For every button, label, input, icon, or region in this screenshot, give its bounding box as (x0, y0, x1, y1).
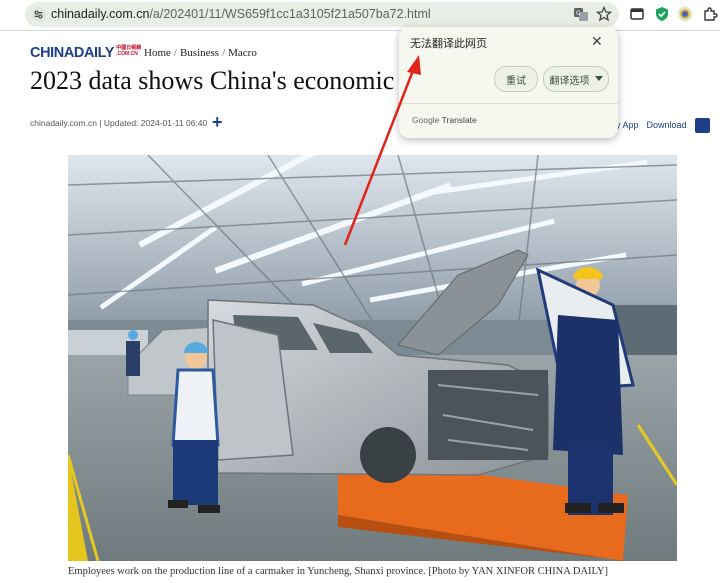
profile-avatar-icon[interactable] (677, 6, 693, 22)
translate-options-label: 翻译选项 (549, 75, 590, 87)
share-plus-icon[interactable]: + (212, 112, 223, 133)
article-source: chinadaily.com.cn (30, 118, 97, 128)
tab-search-icon[interactable] (629, 6, 645, 22)
photo-caption: Employees work on the production line of… (68, 566, 608, 577)
meta-separator: | (99, 118, 102, 128)
url-path: /a/202401/11/WS659f1cc1a3105f21a507ba72.… (149, 7, 431, 21)
breadcrumb-home[interactable]: Home (144, 47, 171, 59)
download-app-icon[interactable] (695, 118, 710, 133)
breadcrumb-macro[interactable]: Macro (228, 47, 257, 59)
breadcrumb-separator: / (222, 47, 226, 59)
popup-divider (399, 103, 618, 104)
google-translate-brand: Google Translate (412, 115, 477, 125)
article-headline: 2023 data shows China's economic r (30, 66, 410, 95)
brand-translate: Translate (441, 115, 477, 125)
bookmark-star-icon[interactable] (596, 6, 612, 22)
translate-popup: 无法翻译此网页 ✕ 重试 翻译选项 Google Translate (399, 27, 618, 138)
site-info-icon[interactable] (31, 7, 46, 22)
article-photo (68, 155, 677, 561)
extensions-puzzle-icon[interactable] (702, 6, 718, 22)
retry-button[interactable]: 重试 (494, 66, 538, 92)
breadcrumb-business[interactable]: Business (180, 47, 219, 59)
article-meta: chinadaily.com.cn | Updated: 2024-01-11 … (30, 118, 207, 128)
download-link[interactable]: Download (647, 120, 687, 130)
translate-error-message: 无法翻译此网页 (410, 38, 487, 50)
svg-text:G: G (576, 10, 581, 17)
close-icon[interactable]: ✕ (591, 33, 603, 50)
translate-options-button[interactable]: 翻译选项 (543, 66, 609, 92)
breadcrumb-separator: / (173, 47, 177, 59)
logo-main-text: CHINADAILY (30, 45, 115, 61)
shield-extension-icon[interactable] (654, 6, 670, 22)
address-bar[interactable]: chinadaily.com.cn/a/202401/11/WS659f1cc1… (25, 2, 619, 27)
retry-button-label: 重试 (506, 75, 526, 87)
app-links: ily App Download (612, 120, 695, 130)
china-daily-logo[interactable]: CHINADAILY 中國日報網 .COM.CN (30, 45, 141, 61)
chevron-down-icon (594, 76, 603, 81)
breadcrumb: Home / Business / Macro (144, 47, 257, 59)
url-host: chinadaily.com.cn (51, 7, 150, 21)
logo-domain-text: .COM.CN (116, 51, 138, 57)
url-text[interactable]: chinadaily.com.cn/a/202401/11/WS659f1cc1… (51, 7, 431, 21)
brand-google: Google (412, 115, 440, 125)
translate-icon[interactable]: G (573, 6, 589, 22)
factory-scene-image (68, 155, 677, 561)
article-updated: Updated: 2024-01-11 06:40 (103, 118, 208, 128)
browser-toolbar: chinadaily.com.cn/a/202401/11/WS659f1cc1… (0, 0, 720, 31)
